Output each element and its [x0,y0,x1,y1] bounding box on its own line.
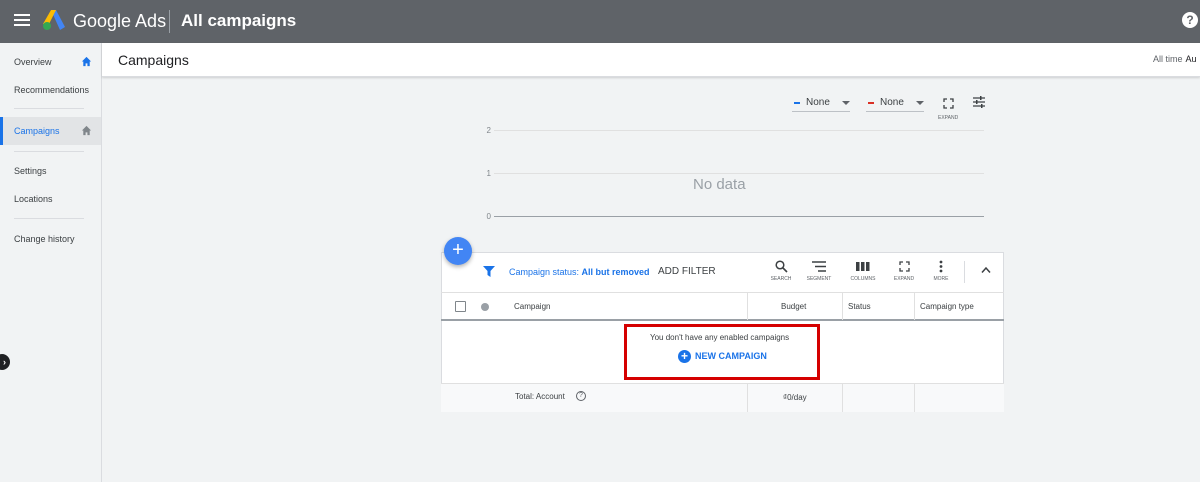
toolbar-divider [964,261,965,283]
title-divider [169,10,170,33]
chart-gridline [494,130,984,131]
sidebar-item-label: Recommendations [14,85,90,95]
select-all-checkbox[interactable] [455,301,466,312]
columns-icon [856,262,870,271]
sidebar-item-label: Change history [14,234,75,244]
segment-icon [812,261,826,272]
sidebar: Overview Recommendations Campaigns Setti… [0,43,102,482]
more-vert-icon [939,260,943,273]
help-icon[interactable]: ? [1182,12,1198,28]
collapse-sidebar-button[interactable]: › [0,354,10,370]
chart-baseline [494,216,984,217]
segment-tool-label: SEGMENT [806,276,832,282]
more-tool-button[interactable]: MORE [927,260,955,282]
sidebar-item-label: Settings [14,166,47,176]
metric-2-label: None [880,97,904,108]
sidebar-item-label: Campaigns [14,126,60,136]
highlight-box [624,324,820,380]
column-divider [914,383,915,412]
date-range-value: Au [1185,54,1197,64]
no-data-message: No data [693,176,746,193]
more-tool-label: MORE [933,276,949,282]
status-dot-icon [481,303,489,311]
sidebar-item-overview[interactable]: Overview [0,48,101,76]
filter-icon[interactable] [483,266,495,277]
chevron-down-icon [842,101,850,105]
date-range-label: All time [1153,54,1183,64]
column-divider [747,383,748,412]
home-icon [81,56,92,67]
hamburger-menu-icon[interactable] [14,14,30,26]
y-tick-label: 2 [486,126,491,135]
tune-icon[interactable] [972,95,986,109]
filter-prefix: Campaign status: [509,267,582,277]
y-tick-label: 1 [486,169,491,178]
fullscreen-icon [942,98,954,109]
metric-1-label: None [806,97,830,108]
page-header: Campaigns All time Au [102,43,1200,77]
top-bar: Google Ads All campaigns ? [0,0,1200,43]
y-tick-label: 0 [486,212,491,221]
chart-gridline [494,173,984,174]
metric-1-swatch [794,102,800,104]
filter-value: All but removed [581,267,650,277]
sidebar-divider [14,108,84,109]
expand-label: EXPAND [938,115,959,121]
column-header-status[interactable]: Status [848,293,871,320]
column-divider [842,293,843,320]
columns-tool-button[interactable]: COLUMNS [849,260,877,282]
search-tool-label: SEARCH [770,276,792,282]
date-range-selector[interactable]: All time Au [1153,54,1197,64]
sidebar-item-settings[interactable]: Settings [0,157,101,185]
metric-2-dropdown[interactable]: None [866,96,924,112]
add-filter-button[interactable]: ADD FILTER [658,266,716,277]
metric-1-dropdown[interactable]: None [792,96,850,112]
expand-tool-label: EXPAND [893,276,915,282]
columns-tool-label: COLUMNS [850,276,876,282]
column-header-budget[interactable]: Budget [781,293,806,320]
help-circle-icon[interactable]: ? [576,391,586,401]
sidebar-divider [14,151,84,152]
column-header-campaign-type[interactable]: Campaign type [920,293,974,320]
total-account-label: Total: Account [515,392,565,401]
sidebar-item-campaigns[interactable]: Campaigns [0,117,101,145]
segment-tool-button[interactable]: SEGMENT [805,260,833,282]
metric-2-swatch [868,102,874,104]
expand-tool-button[interactable]: EXPAND [890,260,918,282]
sidebar-item-recommendations[interactable]: Recommendations [0,76,101,104]
table-header-row: Campaign Budget Status Campaign type [441,292,1004,321]
column-header-campaign[interactable]: Campaign [514,293,550,320]
total-budget-value: ₫0/day [783,393,807,402]
section-title: Campaigns [118,52,189,68]
column-divider [747,293,748,320]
column-divider [842,383,843,412]
search-icon [774,260,788,273]
home-icon [81,125,92,136]
sidebar-item-locations[interactable]: Locations [0,185,101,213]
add-campaign-fab[interactable]: + [444,237,472,265]
sidebar-item-label: Locations [14,194,53,204]
campaign-status-filter[interactable]: Campaign status: All but removed [509,267,650,277]
page-title: All campaigns [181,11,297,30]
sidebar-item-change-history[interactable]: Change history [0,225,101,253]
sidebar-item-label: Overview [14,57,52,67]
fullscreen-icon [898,261,910,272]
column-divider [914,293,915,320]
google-ads-logo[interactable] [42,9,66,31]
brand-name: Google Ads [73,11,167,31]
chevron-down-icon [916,101,924,105]
sidebar-divider [14,218,84,219]
chart-expand-button[interactable]: EXPAND [938,96,959,121]
chevron-up-icon[interactable] [981,266,991,274]
search-tool-button[interactable]: SEARCH [767,260,795,282]
